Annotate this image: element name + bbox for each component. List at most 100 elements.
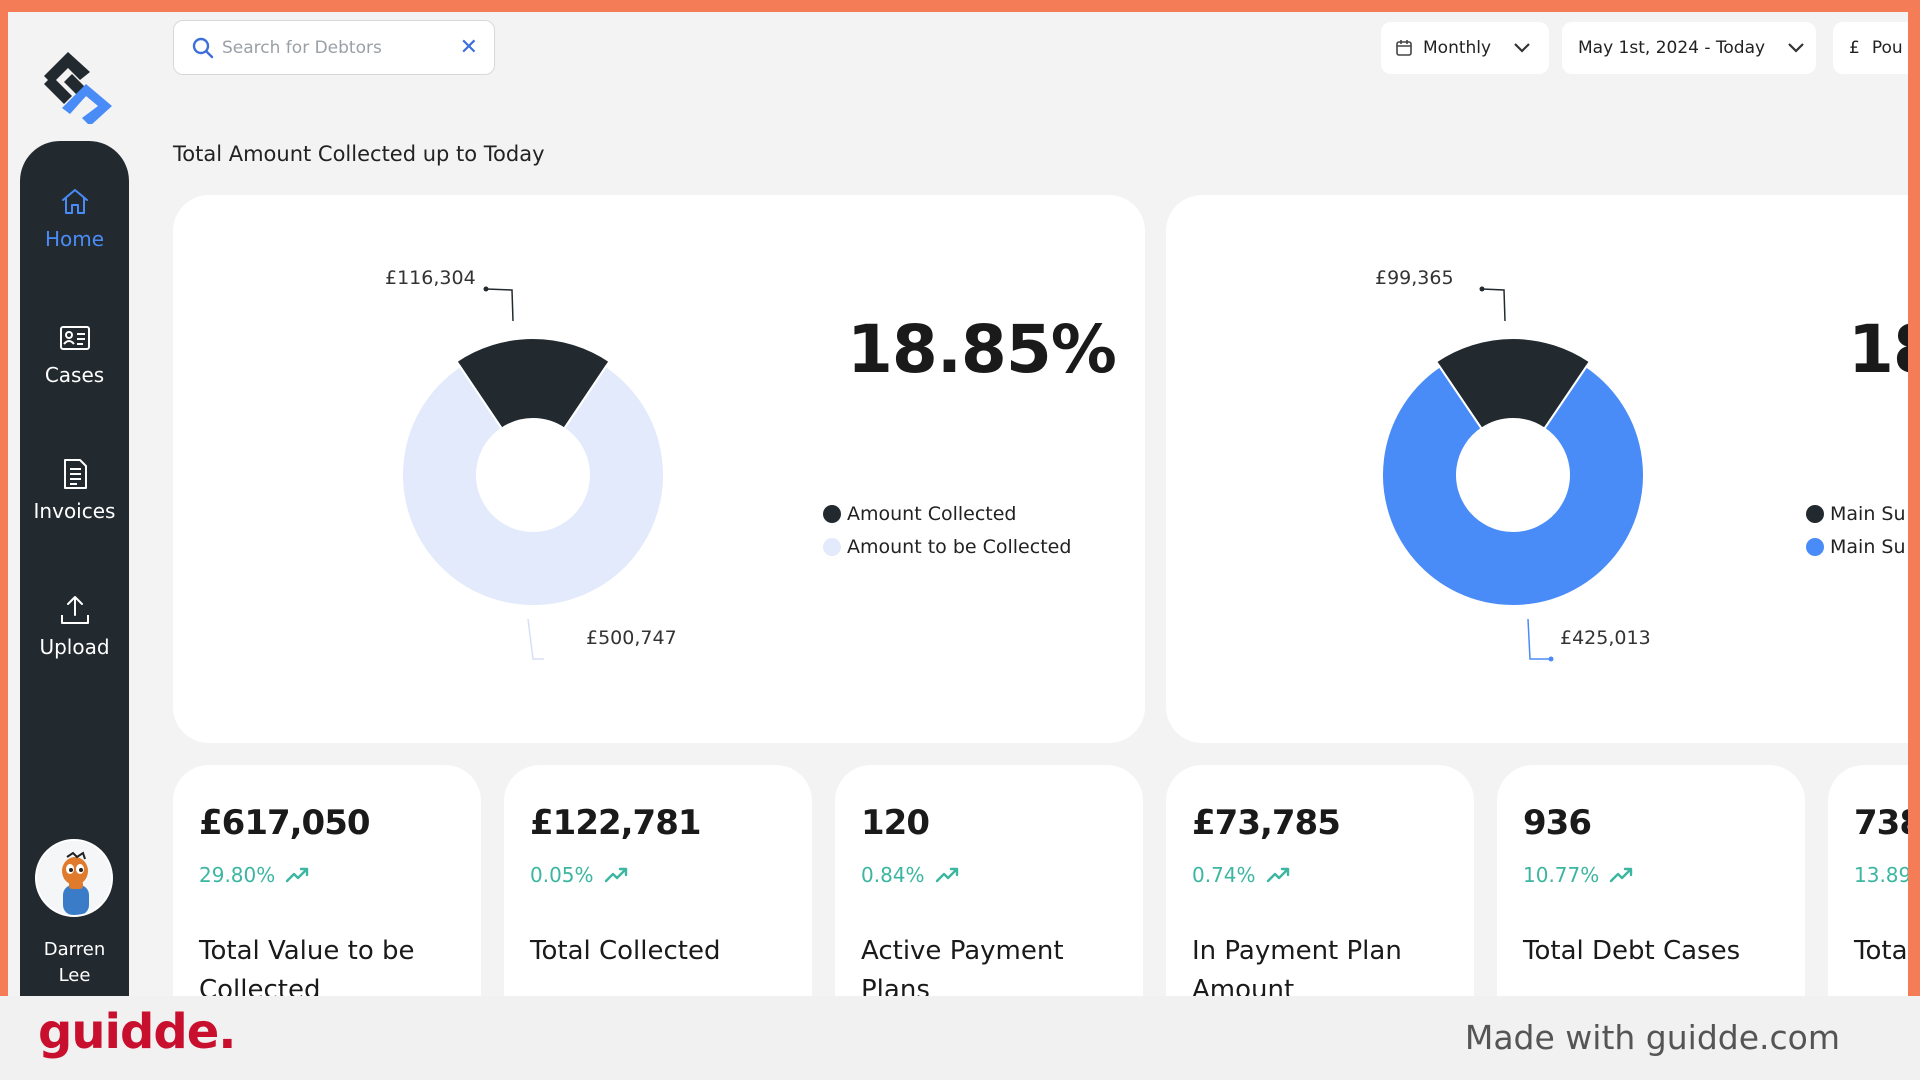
stat-value: 120 [861, 803, 930, 843]
stat-change: 0.74% [1192, 863, 1292, 887]
period-value: Monthly [1423, 38, 1492, 58]
chevron-down-icon [1788, 43, 1804, 53]
bottom-leader-dot [1548, 656, 1554, 662]
legend-item-main-2[interactable]: Main Su [1806, 530, 1906, 563]
trend-up-icon [604, 867, 627, 883]
donut-chart [401, 286, 665, 660]
stat-card-active-plans[interactable]: 120 0.84% Active Payment Plans [835, 765, 1143, 996]
clear-search-icon[interactable]: ✕ [460, 35, 478, 60]
stat-change: 10.77% [1523, 863, 1635, 887]
chart-legend: Main Su Main Su [1806, 497, 1906, 563]
legend-label: Amount Collected [847, 502, 1017, 525]
stat-change: 0.05% [530, 863, 630, 887]
collection-chart-card: £116,304 £500,747 18.85% Amount Collecte… [173, 195, 1145, 743]
search-icon [192, 37, 214, 59]
stat-change-value: 13.89 [1854, 863, 1908, 887]
date-range-value: May 1st, 2024 - Today [1578, 38, 1766, 58]
search-input[interactable] [222, 33, 442, 63]
user-avatar-illustration [37, 841, 111, 915]
screen-frame: Home Cases Invoices Upload Darren Lee Se… [0, 0, 1920, 1080]
main-subject-chart-card: £99,365 £425,013 18. Main Su Main Su [1166, 195, 1908, 743]
app-logo-icon[interactable] [32, 44, 120, 124]
upload-icon [60, 596, 89, 624]
trend-up-icon [1266, 867, 1289, 883]
chart-legend: Amount Collected Amount to be Collected [823, 497, 1071, 563]
collected-amount-label: £116,304 [385, 267, 476, 289]
id-card-icon [59, 326, 90, 350]
stat-value: £73,785 [1192, 803, 1341, 843]
legend-item-to-be-collected[interactable]: Amount to be Collected [823, 530, 1071, 563]
avatar[interactable] [35, 839, 113, 917]
sidebar-item-upload[interactable]: Upload [20, 593, 129, 659]
stat-change: 13.89 [1854, 863, 1908, 887]
stat-card-total-collected[interactable]: £122,781 0.05% Total Collected [504, 765, 812, 996]
top-leader-line [1481, 288, 1506, 322]
stat-label: In Payment Plan Amount [1192, 936, 1402, 996]
sidebar-item-label: Invoices [33, 499, 116, 523]
user-first-name: Darren [43, 939, 106, 960]
sidebar-item-label: Upload [39, 635, 110, 659]
legend-dot [823, 504, 841, 523]
stat-card-total-value[interactable]: £617,050 29.80% Total Value to be Collec… [173, 765, 481, 996]
legend-dot [823, 537, 841, 556]
stat-value: £122,781 [530, 803, 702, 843]
stat-label: Total Value to be Collected [199, 936, 415, 996]
period-dropdown[interactable]: Monthly [1381, 22, 1549, 74]
legend-label: Main Su [1830, 535, 1906, 558]
top-leader-dot [483, 286, 489, 292]
stat-value: 936 [1523, 803, 1592, 843]
stat-label: Active Payment Plans [861, 936, 1064, 996]
trend-up-icon [286, 867, 309, 883]
calendar-icon [1396, 40, 1412, 56]
collected-amount-label: £99,365 [1375, 267, 1454, 289]
remaining-amount-label: £500,747 [586, 627, 677, 649]
guidde-logo: guidde. [38, 1004, 236, 1060]
stat-value: 738 [1854, 803, 1908, 843]
stat-card-total-cases[interactable]: 738 13.89 Total Cases [1828, 765, 1908, 996]
search-box[interactable]: ✕ [173, 20, 495, 75]
dashboard-app: Home Cases Invoices Upload Darren Lee Se… [8, 12, 1908, 996]
currency-value: Pou [1871, 38, 1903, 58]
frame-border-top [0, 0, 1920, 12]
stat-change-value: 10.77% [1523, 863, 1600, 887]
sidebar-item-home[interactable]: Home [20, 185, 129, 251]
document-icon [63, 459, 87, 489]
stat-change: 0.84% [861, 863, 961, 887]
legend-dot [1806, 504, 1824, 523]
top-leader-dot [1479, 286, 1485, 292]
bottom-leader-line [1527, 618, 1551, 660]
date-range-dropdown[interactable]: May 1st, 2024 - Today [1562, 22, 1816, 74]
stat-card-debt-cases[interactable]: 936 10.77% Total Debt Cases [1497, 765, 1805, 996]
stat-label: Total Collected [530, 936, 721, 966]
top-leader-line [485, 288, 514, 322]
stat-change: 29.80% [199, 863, 311, 887]
sidebar-item-cases[interactable]: Cases [20, 321, 129, 387]
legend-item-main-1[interactable]: Main Su [1806, 497, 1906, 530]
frame-border-right [1908, 0, 1920, 1000]
frame-border-left [0, 0, 8, 1000]
stat-change-value: 0.74% [1192, 863, 1256, 887]
guidde-footer: guidde. Made with guidde.com [0, 996, 1920, 1080]
legend-item-collected[interactable]: Amount Collected [823, 497, 1071, 530]
section-title: Total Amount Collected up to Today [173, 142, 545, 166]
sidebar-item-label: Home [44, 227, 105, 251]
stat-change-value: 0.84% [861, 863, 925, 887]
stat-label: Total Debt Cases [1523, 936, 1741, 966]
user-name[interactable]: Darren Lee [20, 937, 129, 989]
stat-change-value: 29.80% [199, 863, 276, 887]
remaining-amount-label: £425,013 [1560, 627, 1651, 649]
home-icon [61, 189, 88, 214]
sidebar: Home Cases Invoices Upload Darren Lee [20, 141, 129, 996]
stat-card-payment-plan-amount[interactable]: £73,785 0.74% In Payment Plan Amount [1166, 765, 1474, 996]
sidebar-item-invoices[interactable]: Invoices [20, 457, 129, 523]
pound-icon: £ [1849, 38, 1860, 58]
trend-up-icon [935, 867, 958, 883]
made-with-text: Made with guidde.com [1464, 1018, 1840, 1057]
sidebar-item-label: Cases [44, 363, 105, 387]
donut-chart [1381, 286, 1645, 662]
collected-percentage: 18. [1848, 311, 1908, 388]
legend-dot [1806, 537, 1824, 556]
stat-label: Total Cases [1854, 936, 1908, 966]
currency-dropdown[interactable]: £ Pou [1833, 22, 1908, 74]
legend-label: Main Su [1830, 502, 1906, 525]
